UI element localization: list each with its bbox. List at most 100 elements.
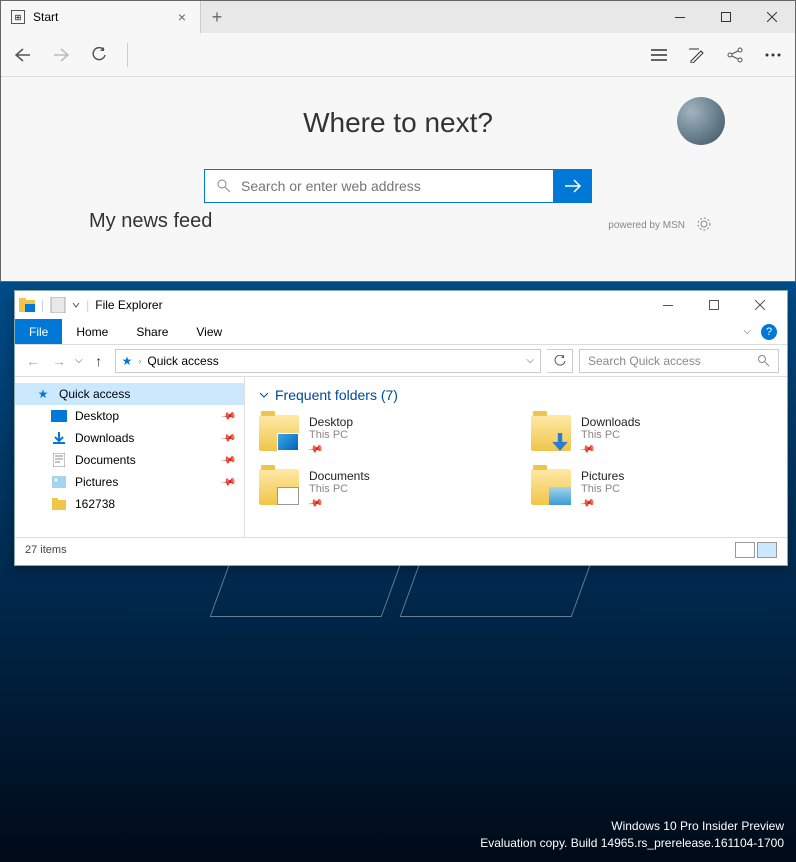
settings-gear-button[interactable] <box>697 217 711 231</box>
window-controls <box>657 1 795 33</box>
folder-item-documents[interactable]: Documents This PC 📌 <box>259 469 501 509</box>
toolbar-separator <box>127 43 128 67</box>
folder-name: Pictures <box>581 469 624 483</box>
pin-icon: 📌 <box>220 408 237 424</box>
chevron-down-icon[interactable] <box>72 301 80 309</box>
folder-location: This PC <box>581 429 640 441</box>
reading-list-button[interactable] <box>649 45 669 65</box>
search-field[interactable]: Search Quick access <box>579 349 779 373</box>
new-tab-button[interactable]: + <box>201 1 233 33</box>
ribbon-home-tab[interactable]: Home <box>62 319 122 344</box>
search-box[interactable] <box>204 169 554 203</box>
view-details-button[interactable] <box>735 542 755 558</box>
history-dropdown[interactable]: ⌵ <box>75 355 83 366</box>
navigation-pane[interactable]: ★ Quick access Desktop 📌 Downloads 📌 Doc… <box>15 377 245 537</box>
quickaccess-icon <box>50 297 66 313</box>
pin-icon: 📌 <box>307 441 324 457</box>
desktop-background-logo <box>220 560 600 690</box>
help-button[interactable]: ? <box>761 324 777 340</box>
nav-forward-button[interactable]: → <box>49 353 69 369</box>
forward-button[interactable] <box>51 45 71 65</box>
more-button[interactable] <box>763 45 783 65</box>
sidebar-item-quick-access[interactable]: ★ Quick access <box>15 383 244 405</box>
nav-up-button[interactable]: ↑ <box>89 353 109 369</box>
section-header[interactable]: Frequent folders (7) <box>259 387 773 403</box>
folder-item-desktop[interactable]: Desktop This PC 📌 <box>259 415 501 455</box>
star-icon: ★ <box>122 354 133 368</box>
sidebar-item-documents[interactable]: Documents 📌 <box>15 449 244 471</box>
search-input[interactable] <box>241 178 541 194</box>
folder-icon <box>531 415 571 451</box>
folder-item-downloads[interactable]: Downloads This PC 📌 <box>531 415 773 455</box>
title-separator: | <box>41 298 44 312</box>
minimize-button[interactable] <box>645 291 691 319</box>
sidebar-item-downloads[interactable]: Downloads 📌 <box>15 427 244 449</box>
browser-tab[interactable]: ⊞ Start × <box>1 1 201 33</box>
ribbon-share-tab[interactable]: Share <box>122 319 182 344</box>
status-bar: 27 items <box>15 537 787 561</box>
refresh-button[interactable] <box>89 45 109 65</box>
arrow-right-icon <box>564 179 582 193</box>
back-button[interactable] <box>13 45 33 65</box>
sidebar-item-folder[interactable]: 162738 <box>15 493 244 515</box>
breadcrumb[interactable]: Quick access <box>147 354 218 368</box>
chevron-down-icon[interactable]: ⌵ <box>526 355 534 366</box>
sidebar-item-desktop[interactable]: Desktop 📌 <box>15 405 244 427</box>
refresh-icon <box>554 355 566 367</box>
folder-name: Documents <box>309 469 370 483</box>
edge-start-page: Where to next? My news feed powered by M… <box>1 77 795 233</box>
desktop-watermark: Windows 10 Pro Insider Preview Evaluatio… <box>480 818 784 852</box>
share-button[interactable] <box>725 45 745 65</box>
close-tab-icon[interactable]: × <box>174 9 190 25</box>
tab-label: Start <box>33 10 166 24</box>
crumb-separator-icon: › <box>138 356 141 366</box>
pin-icon: 📌 <box>220 474 237 490</box>
refresh-button[interactable] <box>547 349 573 373</box>
maximize-button[interactable] <box>691 291 737 319</box>
document-icon <box>51 452 67 468</box>
ellipsis-icon <box>765 53 781 57</box>
address-field[interactable]: ★ › Quick access ⌵ <box>115 349 541 373</box>
folder-grid: Desktop This PC 📌 Downloads This PC 📌 <box>259 415 773 509</box>
ribbon-file-tab[interactable]: File <box>15 319 62 344</box>
menu-lines-icon <box>651 49 667 61</box>
user-avatar[interactable] <box>677 97 725 145</box>
star-icon: ★ <box>35 386 51 402</box>
minimize-button[interactable] <box>657 1 703 33</box>
sidebar-label: Pictures <box>75 475 118 489</box>
sidebar-item-pictures[interactable]: Pictures 📌 <box>15 471 244 493</box>
file-explorer-window: | | File Explorer File Home Share View ⌵… <box>14 290 788 566</box>
sidebar-label: Documents <box>75 453 136 467</box>
search-placeholder: Search Quick access <box>588 354 701 368</box>
ribbon-tabs: File Home Share View ⌵ ? <box>15 319 787 345</box>
news-feed-label: My news feed <box>89 210 212 233</box>
expand-ribbon-button[interactable]: ⌵ <box>743 326 751 337</box>
minimize-icon <box>675 17 685 18</box>
ribbon-view-tab[interactable]: View <box>182 319 236 344</box>
minimize-icon <box>663 305 673 306</box>
search-icon <box>217 179 231 193</box>
pin-icon: 📌 <box>579 441 596 457</box>
maximize-button[interactable] <box>703 1 749 33</box>
folder-icon <box>259 415 299 451</box>
title-separator: | <box>86 298 89 312</box>
item-count: 27 items <box>25 544 67 556</box>
search-go-button[interactable] <box>554 169 592 203</box>
close-button[interactable] <box>737 291 783 319</box>
window-title: File Explorer <box>95 298 162 312</box>
chevron-down-icon <box>259 390 269 400</box>
explorer-app-icon <box>19 297 35 313</box>
folder-item-pictures[interactable]: Pictures This PC 📌 <box>531 469 773 509</box>
pictures-overlay-icon <box>549 487 571 505</box>
folder-icon <box>531 469 571 505</box>
view-icons-button[interactable] <box>757 542 777 558</box>
folder-icon <box>259 469 299 505</box>
sidebar-label: Downloads <box>75 431 134 445</box>
close-button[interactable] <box>749 1 795 33</box>
download-icon <box>51 430 67 446</box>
notes-button[interactable] <box>687 45 707 65</box>
nav-back-button[interactable]: ← <box>23 353 43 369</box>
folder-location: This PC <box>309 483 370 495</box>
explorer-titlebar: | | File Explorer <box>15 291 787 319</box>
explorer-window-controls <box>645 291 783 319</box>
